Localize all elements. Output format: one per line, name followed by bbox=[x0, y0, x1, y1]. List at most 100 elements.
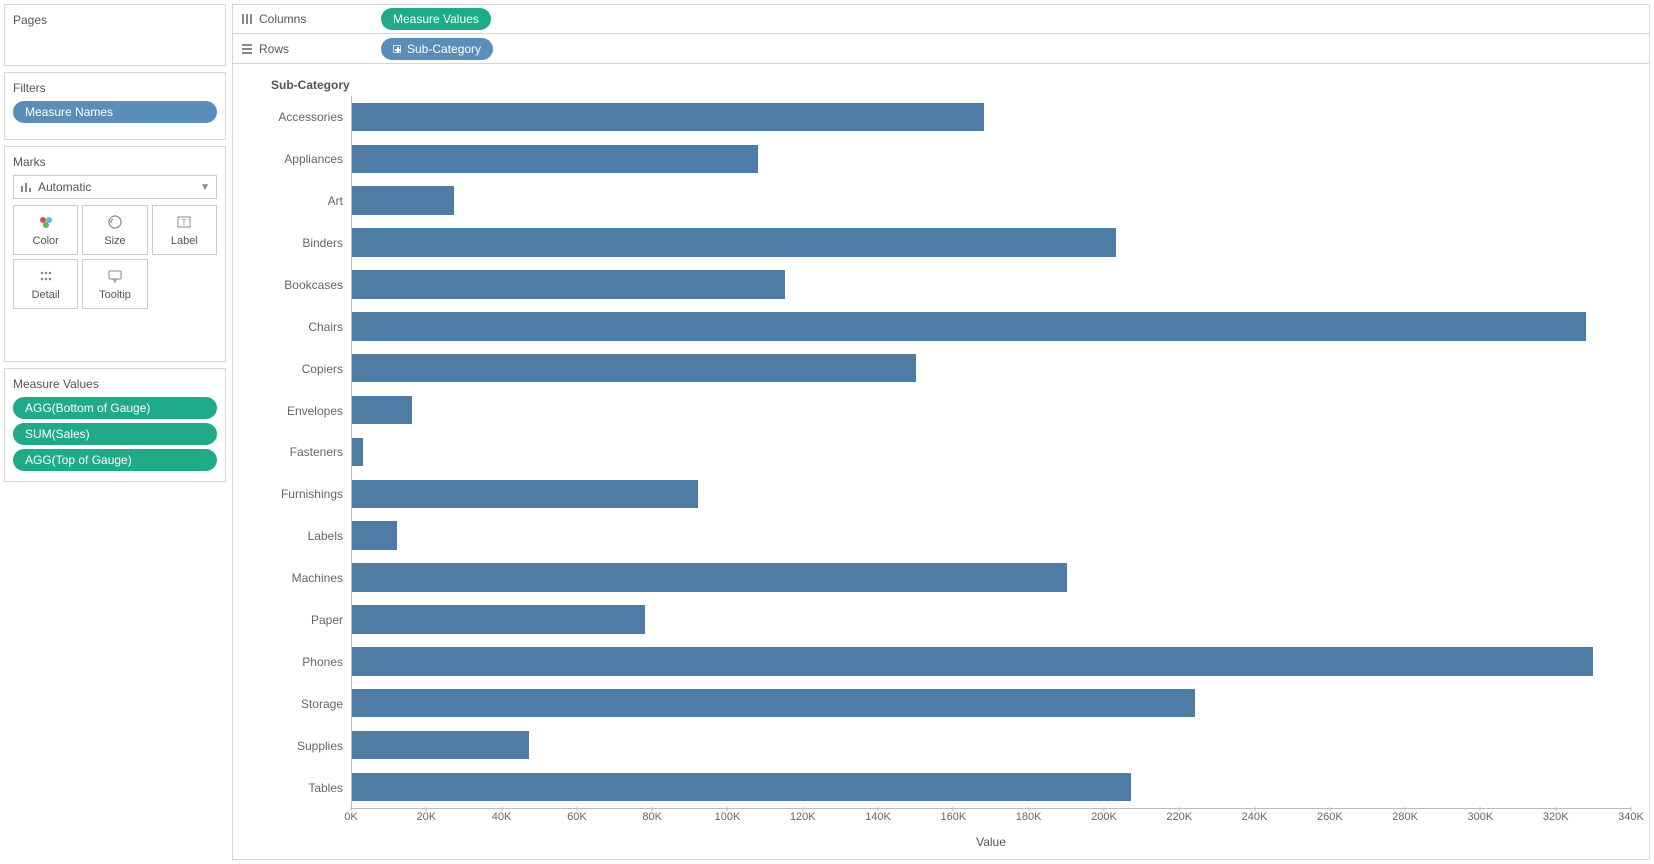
bar[interactable] bbox=[352, 521, 397, 549]
bar-row bbox=[352, 682, 1631, 724]
x-axis-tick-label: 80K bbox=[642, 811, 662, 823]
bar[interactable] bbox=[352, 480, 698, 508]
svg-text:T: T bbox=[182, 218, 187, 227]
marks-card: Marks Automatic ▼ Color Size bbox=[4, 146, 226, 362]
bar[interactable] bbox=[352, 605, 645, 633]
pill-label: Sub-Category bbox=[407, 42, 481, 56]
marks-tooltip-button[interactable]: Tooltip bbox=[82, 259, 147, 309]
x-axis-tick-label: 240K bbox=[1242, 811, 1268, 823]
expand-icon bbox=[393, 45, 401, 53]
x-axis-tick-label: 160K bbox=[940, 811, 966, 823]
rows-pill-sub-category[interactable]: Sub-Category bbox=[381, 38, 493, 60]
columns-pill-measure-values[interactable]: Measure Values bbox=[381, 8, 491, 30]
marks-detail-button[interactable]: Detail bbox=[13, 259, 78, 309]
y-axis-category-label: Phones bbox=[251, 641, 351, 683]
y-axis-category-label: Bookcases bbox=[251, 264, 351, 306]
rows-shelf[interactable]: Rows Sub-Category bbox=[232, 34, 1650, 64]
x-axis-tick-label: 340K bbox=[1618, 811, 1644, 823]
bar[interactable] bbox=[352, 396, 412, 424]
y-axis-category-label: Copiers bbox=[251, 348, 351, 390]
bar-row bbox=[352, 640, 1631, 682]
bar[interactable] bbox=[352, 186, 454, 214]
measure-values-title: Measure Values bbox=[13, 375, 217, 397]
bar[interactable] bbox=[352, 563, 1067, 591]
filter-pill-measure-names[interactable]: Measure Names bbox=[13, 101, 217, 123]
bar[interactable] bbox=[352, 228, 1116, 256]
y-axis-category-label: Machines bbox=[251, 557, 351, 599]
pages-title: Pages bbox=[13, 11, 217, 33]
x-axis-tick-label: 20K bbox=[416, 811, 436, 823]
x-axis-title: Value bbox=[351, 835, 1631, 849]
bar[interactable] bbox=[352, 773, 1131, 801]
x-axis: 0K20K40K60K80K100K120K140K160K180K200K22… bbox=[251, 811, 1631, 829]
bar[interactable] bbox=[352, 103, 984, 131]
y-axis-category-label: Appliances bbox=[251, 138, 351, 180]
mv-pill[interactable]: SUM(Sales) bbox=[13, 423, 217, 445]
marks-label-button[interactable]: T Label bbox=[152, 205, 217, 255]
y-axis-category-label: Fasteners bbox=[251, 432, 351, 474]
x-axis-tick-label: 200K bbox=[1091, 811, 1117, 823]
marks-size-button[interactable]: Size bbox=[82, 205, 147, 255]
bar[interactable] bbox=[352, 354, 916, 382]
columns-label: Columns bbox=[259, 12, 306, 26]
bar-row bbox=[352, 724, 1631, 766]
x-axis-tick-label: 120K bbox=[790, 811, 816, 823]
pill-label: AGG(Top of Gauge) bbox=[25, 453, 132, 467]
pill-label: AGG(Bottom of Gauge) bbox=[25, 401, 150, 415]
bar-row bbox=[352, 515, 1631, 557]
x-axis-tick-label: 180K bbox=[1016, 811, 1042, 823]
marks-title: Marks bbox=[13, 153, 217, 175]
columns-shelf[interactable]: Columns Measure Values bbox=[232, 4, 1650, 34]
size-icon bbox=[107, 213, 123, 231]
bar[interactable] bbox=[352, 438, 363, 466]
y-axis-category-label: Binders bbox=[251, 222, 351, 264]
measure-values-shelf[interactable]: Measure Values AGG(Bottom of Gauge) SUM(… bbox=[4, 368, 226, 482]
bar[interactable] bbox=[352, 731, 529, 759]
x-axis-tick-label: 320K bbox=[1543, 811, 1569, 823]
bar[interactable] bbox=[352, 145, 758, 173]
pages-shelf[interactable]: Pages bbox=[4, 4, 226, 66]
rows-icon bbox=[241, 43, 253, 55]
x-axis-tick-label: 260K bbox=[1317, 811, 1343, 823]
marks-buttons: Color Size T Label Detail bbox=[13, 205, 217, 309]
bar-row bbox=[352, 347, 1631, 389]
bar-row bbox=[352, 222, 1631, 264]
label-icon: T bbox=[176, 213, 192, 231]
y-axis-category-label: Art bbox=[251, 180, 351, 222]
bar[interactable] bbox=[352, 270, 785, 298]
bar-row bbox=[352, 264, 1631, 306]
marks-color-button[interactable]: Color bbox=[13, 205, 78, 255]
y-axis-category-label: Accessories bbox=[251, 96, 351, 138]
y-axis-category-label: Tables bbox=[251, 767, 351, 809]
y-axis-labels: AccessoriesAppliancesArtBindersBookcases… bbox=[251, 96, 351, 809]
bar-chart-icon bbox=[20, 181, 32, 193]
marks-color-label: Color bbox=[33, 235, 59, 247]
marks-label-label: Label bbox=[171, 235, 198, 247]
left-sidebar: Pages Filters Measure Names Marks Automa… bbox=[4, 4, 226, 860]
x-axis-tick-label: 60K bbox=[567, 811, 587, 823]
mark-type-select[interactable]: Automatic ▼ bbox=[13, 175, 217, 199]
visualization-panel[interactable]: Sub-Category AccessoriesAppliancesArtBin… bbox=[232, 64, 1650, 860]
mv-pill[interactable]: AGG(Bottom of Gauge) bbox=[13, 397, 217, 419]
color-icon bbox=[38, 213, 54, 231]
columns-icon bbox=[241, 13, 253, 25]
x-axis-tick-label: 220K bbox=[1166, 811, 1192, 823]
bar[interactable] bbox=[352, 689, 1195, 717]
bar[interactable] bbox=[352, 647, 1593, 675]
bar-row bbox=[352, 473, 1631, 515]
mv-pill[interactable]: AGG(Top of Gauge) bbox=[13, 449, 217, 471]
x-axis-tick-label: 0K bbox=[344, 811, 357, 823]
chart-title: Sub-Category bbox=[271, 78, 1631, 92]
y-axis-category-label: Envelopes bbox=[251, 390, 351, 432]
x-axis-tick-label: 300K bbox=[1468, 811, 1494, 823]
chart-area: AccessoriesAppliancesArtBindersBookcases… bbox=[251, 96, 1631, 809]
y-axis-category-label: Supplies bbox=[251, 725, 351, 767]
mark-type-label: Automatic bbox=[38, 180, 91, 194]
filters-shelf[interactable]: Filters Measure Names bbox=[4, 72, 226, 140]
main-area: Columns Measure Values Rows Sub-Category… bbox=[232, 4, 1650, 860]
x-axis-tick-label: 140K bbox=[865, 811, 891, 823]
tooltip-icon bbox=[107, 267, 123, 285]
bar[interactable] bbox=[352, 312, 1586, 340]
marks-tooltip-label: Tooltip bbox=[99, 289, 131, 301]
detail-icon bbox=[38, 267, 54, 285]
